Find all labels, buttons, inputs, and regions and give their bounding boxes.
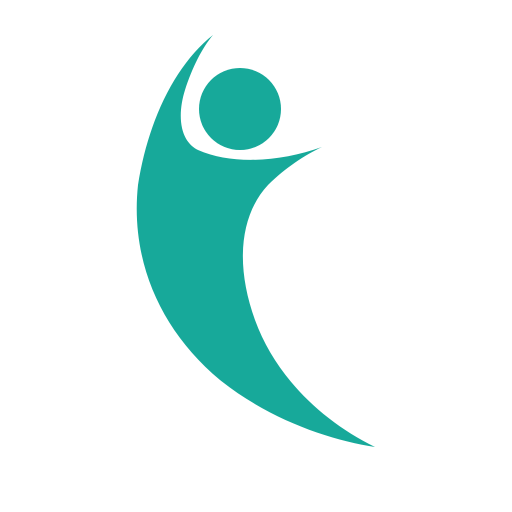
logo-canvas	[0, 0, 512, 512]
human-figure-icon	[136, 35, 375, 447]
figure-head	[199, 68, 281, 150]
